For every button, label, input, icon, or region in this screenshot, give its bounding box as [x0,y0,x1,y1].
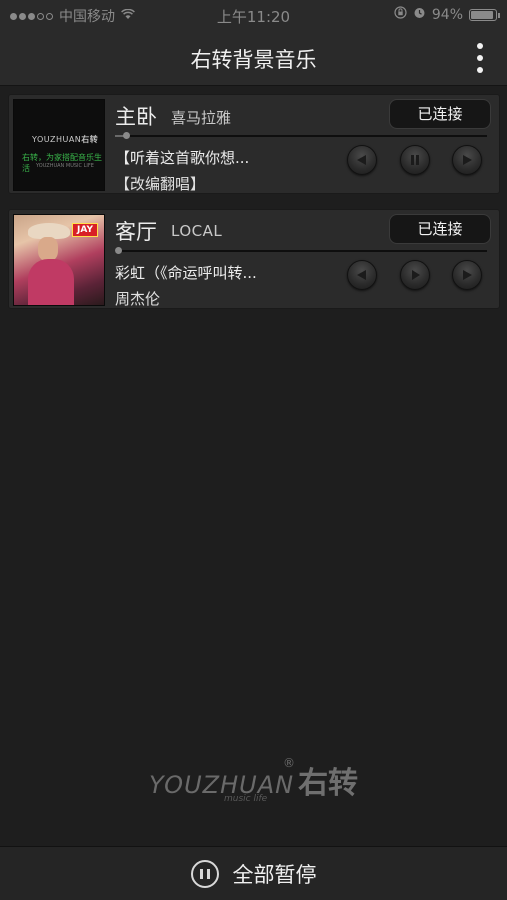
brand-logo: YOUZHUAN 右转 ® music life [0,756,507,818]
battery-percent: 94% [431,6,463,23]
more-icon-dot [477,67,483,73]
pause-all-button[interactable]: 全部暂停 [0,859,507,889]
pause-icon [411,155,419,165]
progress-bar[interactable] [115,132,487,139]
app-screen: 中国移动 上午11:20 94% 右转背景音乐 YOUZHUAN右转 右转，为家… [0,0,507,900]
song-title: 【听着这首歌你想... [115,149,250,167]
cover-art-face [38,237,58,261]
device-card-living-room[interactable]: JAY 客厅 LOCAL 已连接 彩虹（《命运呼叫转... 周杰伦 [8,209,500,309]
next-track-button[interactable] [452,145,482,175]
cover-brand: YOUZHUAN右转 [32,135,99,144]
cover-tiny-text: YOUZHUAN MUSIC LIFE [36,163,94,169]
connection-status-button[interactable]: 已连接 [389,214,491,244]
more-menu-button[interactable] [473,43,487,73]
alarm-icon [413,6,426,23]
device-card-bedroom[interactable]: YOUZHUAN右转 右转，为家搭配音乐生活 YOUZHUAN MUSIC LI… [8,94,500,194]
status-bar: 中国移动 上午11:20 94% [0,0,507,30]
previous-track-button[interactable] [347,260,377,290]
logo-registered-mark: ® [283,756,295,770]
bottom-bar: 全部暂停 [0,846,507,900]
previous-icon [357,155,366,165]
progress-knob[interactable] [123,132,131,139]
next-icon [463,270,472,280]
artist-name: 【改编翻唱】 [115,175,206,193]
next-track-button[interactable] [452,260,482,290]
nav-bar: 右转背景音乐 [0,30,507,86]
previous-track-button[interactable] [347,145,377,175]
audio-source: 喜马拉雅 [171,109,232,127]
room-name: 客厅 [115,220,157,244]
album-cover[interactable]: JAY [13,214,105,306]
pause-circle-icon [190,860,219,888]
next-icon [463,155,472,165]
pause-button[interactable] [400,145,430,175]
progress-bar[interactable] [115,247,487,254]
cover-tag: JAY [72,223,98,237]
more-icon-dot [477,43,483,49]
page-title: 右转背景音乐 [190,48,317,72]
logo-text: YOUZHUAN [148,771,295,799]
audio-source: LOCAL [171,222,223,240]
logo-text-cn: 右转 [298,766,359,801]
status-right: 94% [394,6,500,23]
play-button[interactable] [400,260,430,290]
logo-subtitle: music life [224,794,268,804]
progress-knob[interactable] [115,247,122,254]
rotation-lock-icon [394,6,407,23]
previous-icon [357,270,366,280]
artist-name: 周杰伦 [115,290,161,308]
more-icon-dot [477,55,483,61]
battery-icon [469,8,500,21]
album-cover[interactable]: YOUZHUAN右转 右转，为家搭配音乐生活 YOUZHUAN MUSIC LI… [13,99,105,191]
connection-status-button[interactable]: 已连接 [389,99,491,129]
play-icon [412,270,420,280]
pause-all-label: 全部暂停 [232,863,317,887]
song-title: 彩虹（《命运呼叫转... [115,264,257,282]
cover-art-figure [28,259,74,305]
room-name: 主卧 [115,105,157,129]
